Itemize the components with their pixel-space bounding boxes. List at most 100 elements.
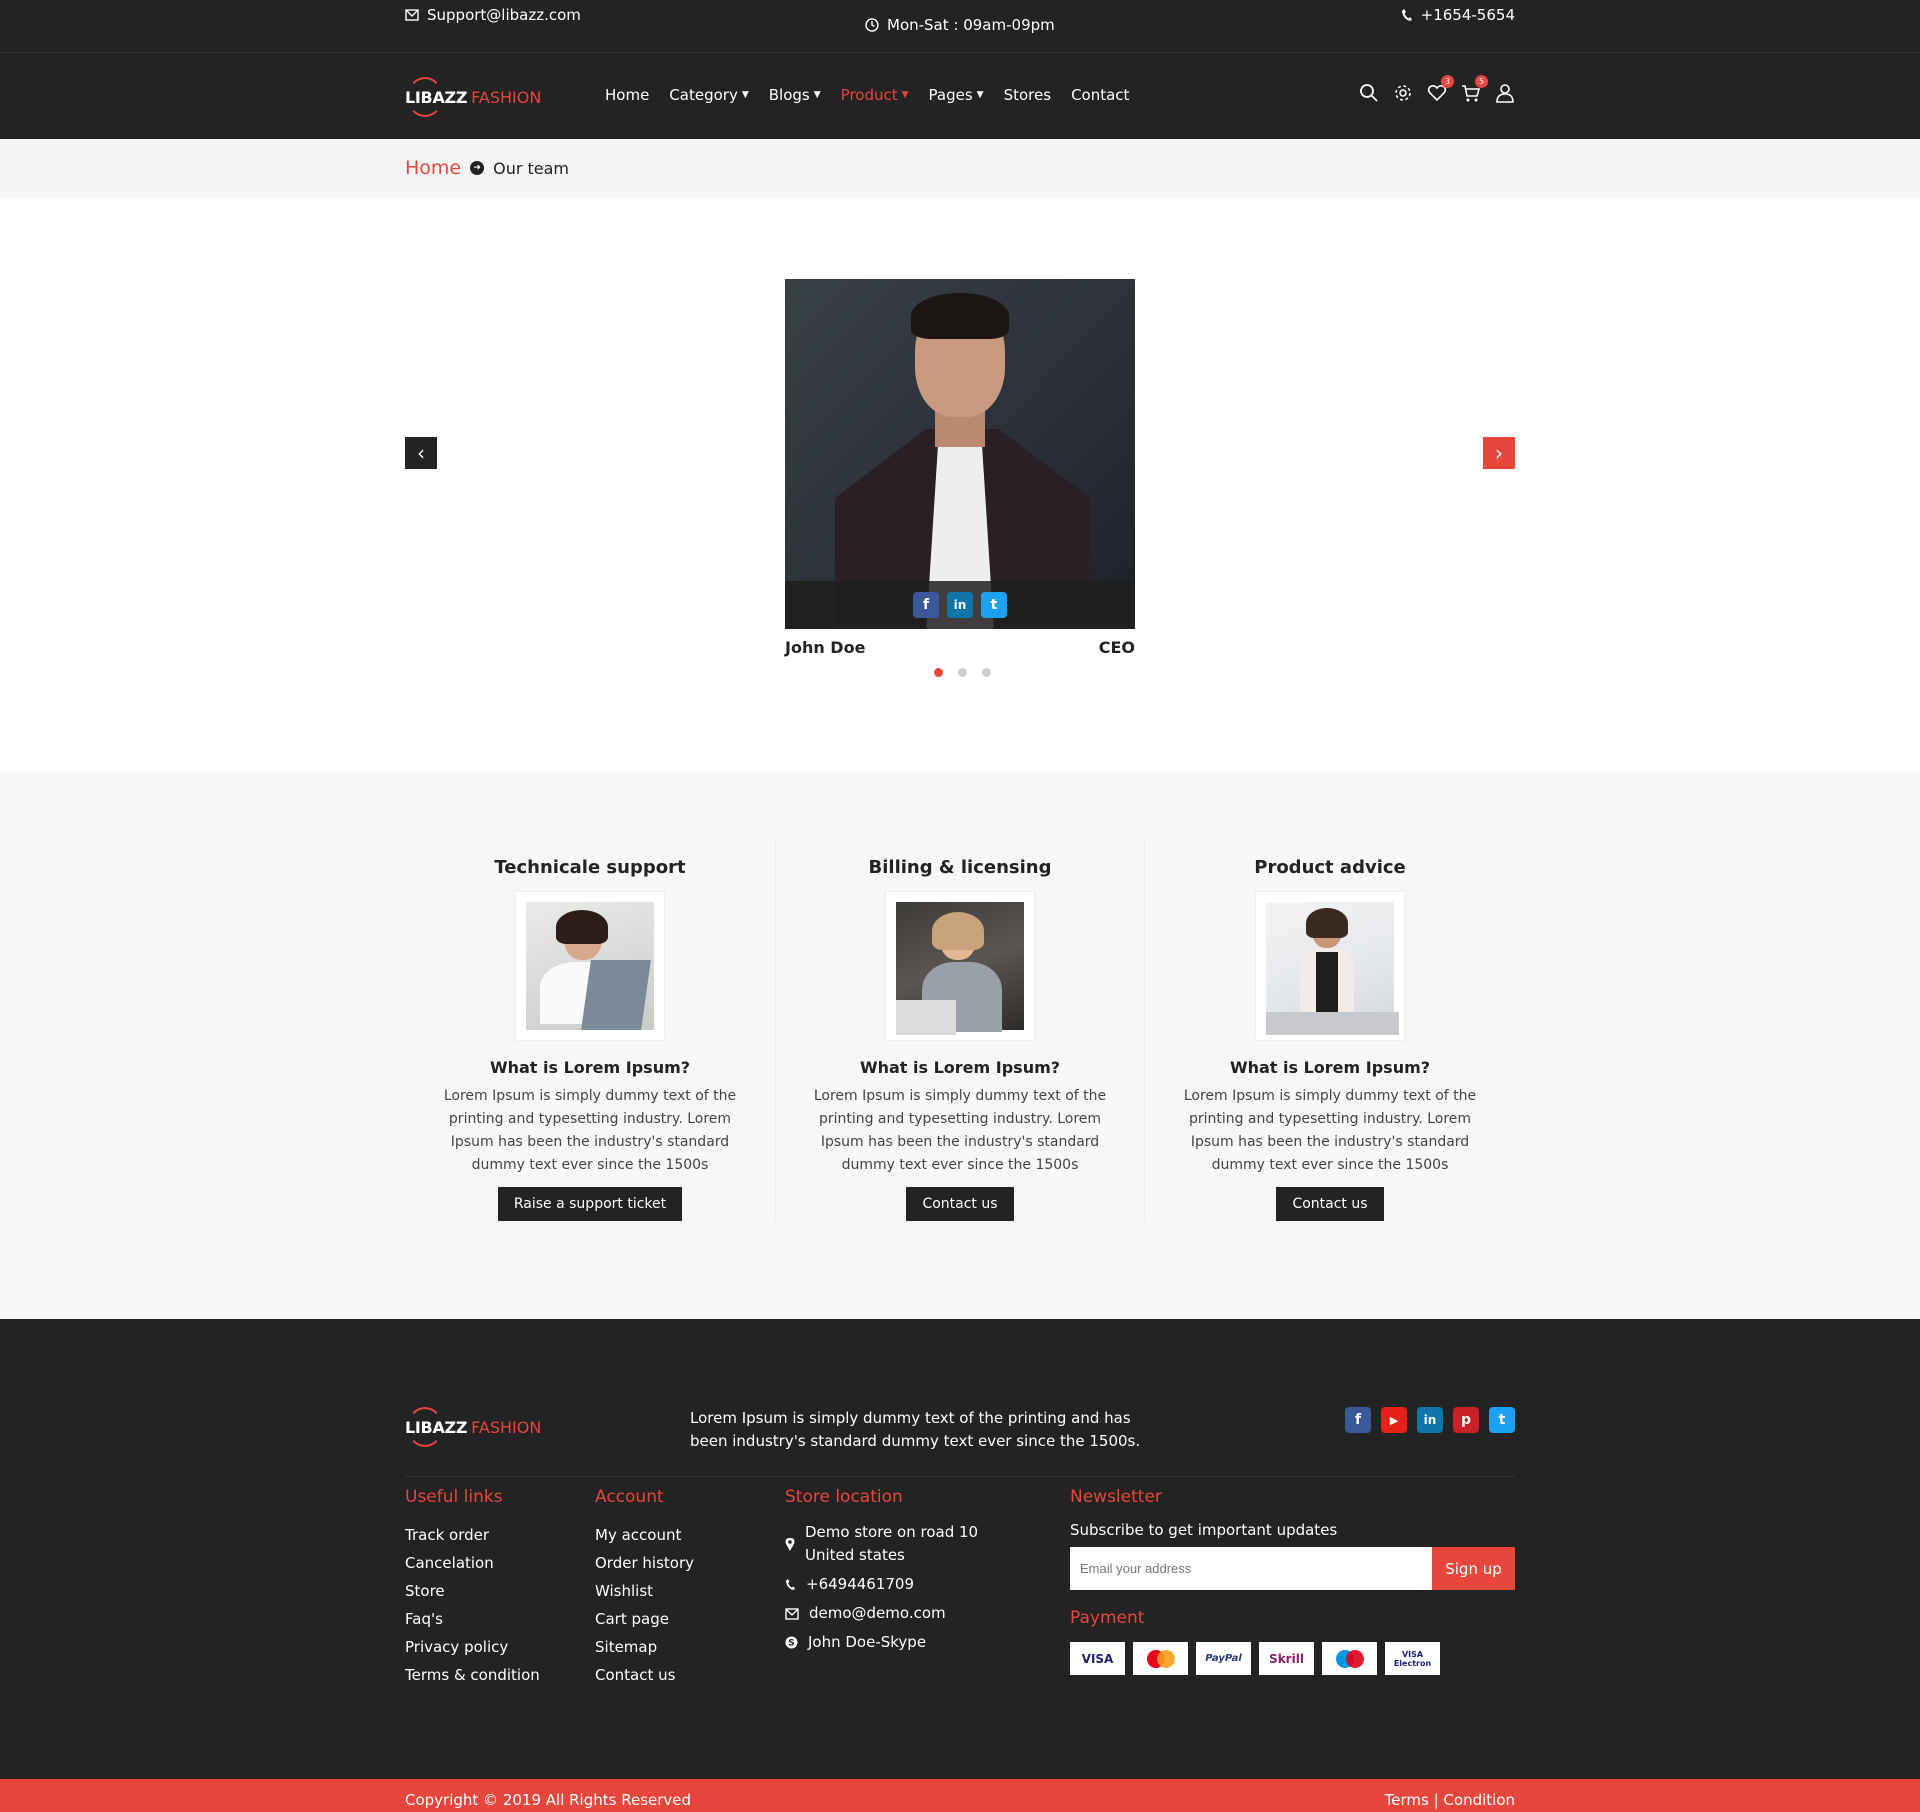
nav-item-home[interactable]: Home <box>605 86 649 104</box>
facebook-icon[interactable]: f <box>1345 1407 1371 1433</box>
footer-link[interactable]: Cancelation <box>405 1549 540 1577</box>
store-skype-text: John Doe-Skype <box>808 1633 927 1651</box>
footer-link[interactable]: Cart page <box>595 1605 694 1633</box>
support-card-question: What is Lorem Ipsum? <box>1229 1058 1431 1077</box>
newsletter-signup-button[interactable]: Sign up <box>1432 1547 1515 1590</box>
linkedin-icon[interactable]: in <box>1417 1407 1443 1433</box>
store-email[interactable]: demo@demo.com <box>785 1602 978 1625</box>
linkedin-icon[interactable]: in <box>947 592 973 618</box>
nav-item-pages[interactable]: Pages ▼ <box>929 86 984 104</box>
support-card-image <box>886 892 1034 1040</box>
paypal-icon: PayPal <box>1196 1642 1251 1675</box>
footer-link[interactable]: Terms & condition <box>405 1661 540 1689</box>
photo-shape <box>911 293 1009 339</box>
heart-icon[interactable]: 3 <box>1427 75 1454 103</box>
contact-us-button[interactable]: Contact us <box>1276 1187 1384 1221</box>
search-icon[interactable] <box>1359 83 1379 103</box>
footer-link[interactable]: Privacy policy <box>405 1633 540 1661</box>
pinterest-icon[interactable]: p <box>1453 1407 1479 1433</box>
support-card-image <box>515 892 664 1040</box>
slider-dot[interactable] <box>934 668 943 677</box>
footer-link[interactable]: Sitemap <box>595 1633 694 1661</box>
slider-dot[interactable] <box>982 668 991 677</box>
footer-link[interactable]: Faq's <box>405 1605 540 1633</box>
nav-label: Pages <box>928 86 973 104</box>
arrow-right-circle-icon: ➜ <box>470 161 485 175</box>
nav-item-blogs[interactable]: Blogs ▼ <box>769 86 821 104</box>
raise-ticket-button[interactable]: Raise a support ticket <box>497 1187 683 1221</box>
nav-item-stores[interactable]: Stores <box>1004 86 1051 104</box>
support-phone[interactable]: +1654-5654 <box>1401 6 1515 24</box>
nav-item-product[interactable]: Product ▼ <box>841 86 909 104</box>
slider-dot[interactable] <box>958 668 967 677</box>
logo-text-accent: FASHION <box>471 87 542 107</box>
opening-hours-text: Mon-Sat : 09am-09pm <box>887 16 1055 34</box>
nav-label: Home <box>605 86 650 104</box>
visa-electron-icon: VISA Electron <box>1385 1642 1440 1675</box>
breadcrumb-home-link[interactable]: Home <box>405 157 461 179</box>
footer-link[interactable]: Contact us <box>595 1661 694 1689</box>
phone-icon <box>1401 8 1413 22</box>
support-card: Billing & licensing What is Lorem Ipsum?… <box>774 837 1146 1221</box>
nav-item-category[interactable]: Category ▼ <box>669 86 748 104</box>
slider-prev-button[interactable]: ‹ <box>405 437 437 469</box>
footer-link[interactable]: Order history <box>595 1549 694 1577</box>
nav-label: Product <box>840 86 898 104</box>
footer-socials: f ▶ in p t <box>1345 1407 1515 1433</box>
footer-useful-links: Useful links Track order Cancelation Sto… <box>405 1487 540 1689</box>
envelope-icon <box>785 1602 799 1625</box>
user-icon[interactable] <box>1495 83 1515 103</box>
support-card-title: Billing & licensing <box>868 857 1052 878</box>
terms-link[interactable]: Terms | Condition <box>1385 1791 1515 1809</box>
footer-link[interactable]: My account <box>595 1521 694 1549</box>
cart-icon[interactable]: 5 <box>1461 75 1488 103</box>
photo-shape <box>896 1000 956 1035</box>
team-member-photo: f in t <box>785 279 1135 629</box>
nav-label: Contact <box>1071 86 1130 104</box>
support-section: Technicale support What is Lorem Ipsum? … <box>0 772 1920 1319</box>
footer-about-text: Lorem Ipsum is simply dummy text of the … <box>690 1409 1141 1450</box>
top-bar: Support@libazz.com Mon-Sat : 09am-09pm +… <box>0 0 1920 53</box>
newsletter-email-input[interactable] <box>1070 1547 1432 1590</box>
maestro-icon <box>1322 1642 1377 1675</box>
team-slider-section: ‹ f in t John Doe CEO › <box>0 197 1920 772</box>
support-email-text: Support@libazz.com <box>427 6 581 24</box>
chevron-down-icon: ▼ <box>741 90 749 100</box>
facebook-icon[interactable]: f <box>913 592 939 618</box>
chevron-down-icon: ▼ <box>976 90 984 100</box>
clock-icon <box>865 18 879 32</box>
newsletter-subtitle: Subscribe to get important updates <box>1070 1521 1338 1539</box>
logo-text-main: LIBAZZ <box>405 87 468 107</box>
nav-item-contact[interactable]: Contact <box>1071 86 1129 104</box>
copyright-text: Copyright © 2019 All Rights Reserved <box>405 1791 692 1809</box>
photo-shape <box>581 960 651 1030</box>
store-phone-text: +6494461709 <box>806 1575 915 1593</box>
store-phone[interactable]: +6494461709 <box>785 1573 978 1596</box>
visa-card-icon: VISA <box>1070 1642 1125 1675</box>
site-logo[interactable]: LIBAZZ FASHION <box>405 77 541 117</box>
twitter-icon[interactable]: t <box>981 592 1007 618</box>
store-address-line1: Demo store on road 10 <box>805 1523 979 1541</box>
skrill-icon: Skrill <box>1259 1642 1314 1675</box>
nav-label: Stores <box>1003 86 1052 104</box>
footer-link[interactable]: Wishlist <box>595 1577 694 1605</box>
store-address-line2: United states <box>805 1546 905 1564</box>
support-email[interactable]: Support@libazz.com <box>405 6 581 24</box>
slider-next-button[interactable]: › <box>1483 437 1515 469</box>
contact-us-button[interactable]: Contact us <box>906 1187 1014 1221</box>
breadcrumb: Home ➜ Our team <box>0 139 1920 197</box>
footer-link[interactable]: Store <box>405 1577 540 1605</box>
twitter-icon[interactable]: t <box>1489 1407 1515 1433</box>
photo-shape <box>932 912 984 950</box>
main-nav: Home Category ▼ Blogs ▼ Product ▼ Pages ▼ St… <box>605 86 1129 104</box>
copyright-bar: Copyright © 2019 All Rights Reserved Ter… <box>0 1779 1920 1812</box>
support-card-title: Product advice <box>1254 857 1406 878</box>
gear-icon[interactable] <box>1393 83 1413 103</box>
store-skype[interactable]: S John Doe-Skype <box>785 1631 978 1654</box>
youtube-icon[interactable]: ▶ <box>1381 1407 1407 1433</box>
main-header: LIBAZZ FASHION Home Category ▼ Blogs ▼ Pro… <box>0 53 1920 139</box>
footer-link[interactable]: Track order <box>405 1521 540 1549</box>
footer-logo[interactable]: LIBAZZ FASHION <box>405 1407 541 1447</box>
footer-col-title: Account <box>595 1487 664 1507</box>
store-address: Demo store on road 10 United states <box>785 1521 978 1567</box>
